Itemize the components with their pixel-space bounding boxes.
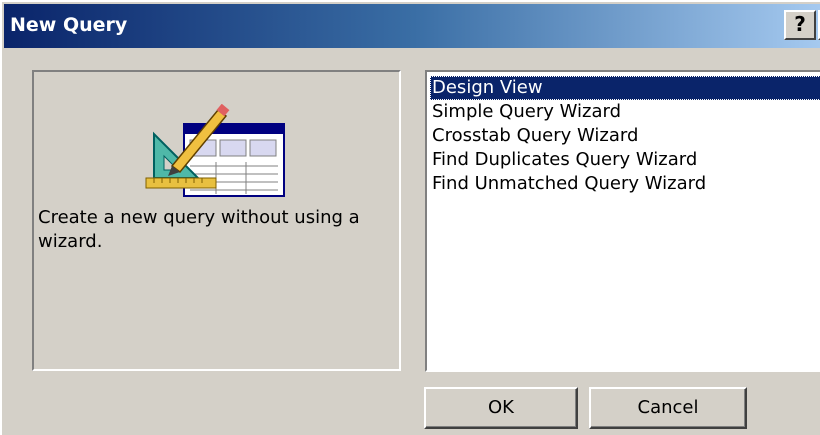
cancel-button[interactable]: Cancel [589,387,747,429]
list-item[interactable]: Find Duplicates Query Wizard [430,148,820,172]
new-query-dialog: New Query ? × [0,0,820,435]
list-item[interactable]: Simple Query Wizard [430,100,820,124]
list-item[interactable]: Crosstab Query Wizard [430,124,820,148]
ok-button[interactable]: OK [424,387,578,429]
preview-pane: Create a new query without using a wizar… [32,70,401,371]
preview-description: Create a new query without using a wizar… [38,207,360,252]
query-type-list[interactable]: Design View Simple Query Wizard Crosstab Q… [425,70,820,372]
help-button[interactable]: ? [784,10,816,40]
list-item[interactable]: Design View [430,76,820,100]
query-design-icon [145,104,285,197]
dialog-title: New Query [10,14,128,36]
title-bar[interactable]: New Query ? × [4,4,820,48]
list-item[interactable]: Find Unmatched Query Wizard [430,172,820,196]
